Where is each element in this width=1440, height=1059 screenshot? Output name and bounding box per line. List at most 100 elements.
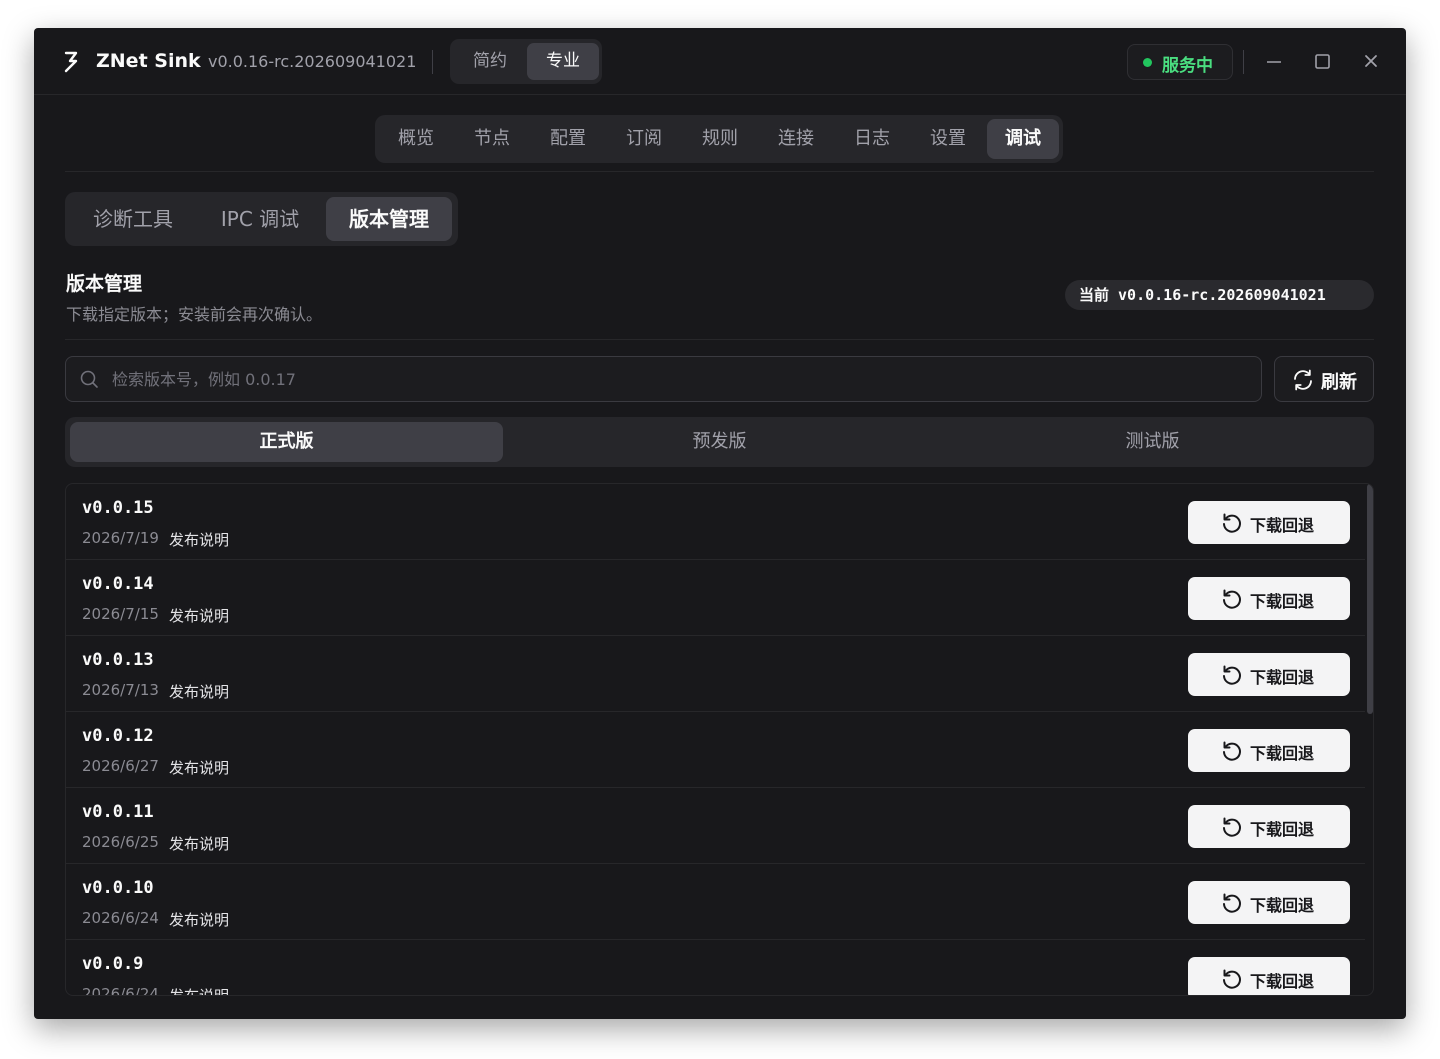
- title-bar: ZNet Sink v0.0.16-rc.202609041021 简约 专业 …: [34, 28, 1406, 95]
- rollback-icon: [1223, 741, 1241, 761]
- version-row: v0.0.10 2026/6/24 发布说明 下载回退: [66, 864, 1365, 940]
- divider: [65, 339, 1374, 340]
- rollback-icon: [1223, 969, 1241, 989]
- rollback-icon: [1223, 817, 1241, 837]
- rollback-icon: [1223, 893, 1241, 913]
- download-rollback-button[interactable]: 下载回退: [1188, 957, 1350, 995]
- search-icon: [80, 370, 98, 388]
- app-window: ZNet Sink v0.0.16-rc.202609041021 简约 专业 …: [34, 28, 1406, 1019]
- download-rollback-button[interactable]: 下载回退: [1188, 881, 1350, 924]
- service-status-badge[interactable]: 服务中: [1127, 44, 1233, 80]
- tab-debug[interactable]: 调试: [987, 119, 1059, 159]
- divider: [432, 50, 433, 74]
- download-rollback-label: 下载回退: [1250, 744, 1315, 763]
- mode-toggle: 简约 专业: [450, 39, 602, 84]
- maximize-button[interactable]: [1307, 46, 1337, 76]
- refresh-button[interactable]: 刷新: [1274, 356, 1374, 402]
- version-date: 2026/6/25: [82, 833, 159, 851]
- rollback-icon: [1223, 589, 1241, 609]
- version-row: v0.0.13 2026/7/13 发布说明 下载回退: [66, 636, 1365, 712]
- sub-nav: 诊断工具 IPC 调试 版本管理: [65, 192, 458, 246]
- download-rollback-button[interactable]: 下载回退: [1188, 729, 1350, 772]
- download-rollback-label: 下载回退: [1250, 972, 1315, 991]
- version-name: v0.0.13: [82, 650, 154, 670]
- download-rollback-label: 下载回退: [1250, 516, 1315, 535]
- tab-stable[interactable]: 正式版: [70, 422, 503, 462]
- tab-config[interactable]: 配置: [532, 119, 604, 159]
- channel-tabs: 正式版 预发版 测试版: [65, 417, 1374, 467]
- download-rollback-label: 下载回退: [1250, 896, 1315, 915]
- version-list[interactable]: v0.0.15 2026/7/19 发布说明 下载回退 v0.0.14 2026…: [65, 483, 1374, 996]
- version-date: 2026/7/13: [82, 681, 159, 699]
- subtab-diagnostics[interactable]: 诊断工具: [73, 197, 193, 241]
- version-name: v0.0.12: [82, 726, 154, 746]
- status-dot-icon: [1143, 58, 1152, 67]
- app-logo-icon: [64, 51, 78, 73]
- download-rollback-label: 下载回退: [1250, 592, 1315, 611]
- mode-pro-button[interactable]: 专业: [527, 43, 599, 80]
- tab-overview[interactable]: 概览: [380, 119, 452, 159]
- refresh-icon: [1294, 369, 1312, 391]
- tab-beta[interactable]: 测试版: [936, 422, 1369, 462]
- minimize-button[interactable]: [1259, 46, 1289, 76]
- version-date: 2026/7/15: [82, 605, 159, 623]
- version-row: v0.0.9 2026/6/24 发布说明 下载回退: [66, 940, 1365, 996]
- close-button[interactable]: [1356, 46, 1386, 76]
- version-date: 2026/7/19: [82, 529, 159, 547]
- version-row: v0.0.14 2026/7/15 发布说明 下载回退: [66, 560, 1365, 636]
- version-name: v0.0.10: [82, 878, 154, 898]
- download-rollback-button[interactable]: 下载回退: [1188, 577, 1350, 620]
- release-notes-link[interactable]: 发布说明: [169, 529, 229, 550]
- section-description: 下载指定版本；安装前会再次确认。: [66, 305, 323, 324]
- tab-settings[interactable]: 设置: [912, 119, 984, 159]
- current-version-label: 当前: [1079, 286, 1110, 304]
- app-title: ZNet Sink: [96, 50, 201, 72]
- version-row: v0.0.11 2026/6/25 发布说明 下载回退: [66, 788, 1365, 864]
- subtab-version-management[interactable]: 版本管理: [326, 197, 452, 241]
- search-input[interactable]: [112, 365, 1242, 393]
- version-name: v0.0.9: [82, 954, 144, 974]
- tab-nodes[interactable]: 节点: [456, 119, 528, 159]
- minimize-icon: [1267, 61, 1281, 63]
- download-rollback-button[interactable]: 下载回退: [1188, 805, 1350, 848]
- download-rollback-label: 下载回退: [1250, 820, 1315, 839]
- version-name: v0.0.14: [82, 574, 154, 594]
- maximize-icon: [1315, 54, 1330, 69]
- version-date: 2026/6/27: [82, 757, 159, 775]
- divider: [1243, 50, 1244, 74]
- search-box[interactable]: [65, 356, 1262, 402]
- app-version: v0.0.16-rc.202609041021: [208, 52, 417, 71]
- release-notes-link[interactable]: 发布说明: [169, 833, 229, 854]
- rollback-icon: [1223, 665, 1241, 685]
- download-rollback-button[interactable]: 下载回退: [1188, 501, 1350, 544]
- main-nav: 概览 节点 配置 订阅 规则 连接 日志 设置 调试: [375, 115, 1063, 163]
- tab-connections[interactable]: 连接: [760, 119, 832, 159]
- section-title: 版本管理: [66, 273, 143, 295]
- tab-subscriptions[interactable]: 订阅: [608, 119, 680, 159]
- release-notes-link[interactable]: 发布说明: [169, 985, 229, 995]
- version-row: v0.0.12 2026/6/27 发布说明 下载回退: [66, 712, 1365, 788]
- version-name: v0.0.11: [82, 802, 154, 822]
- scrollbar-thumb[interactable]: [1367, 484, 1373, 714]
- release-notes-link[interactable]: 发布说明: [169, 757, 229, 778]
- release-notes-link[interactable]: 发布说明: [169, 909, 229, 930]
- release-notes-link[interactable]: 发布说明: [169, 605, 229, 626]
- status-text: 服务中: [1162, 56, 1213, 76]
- version-date: 2026/6/24: [82, 985, 159, 996]
- tab-logs[interactable]: 日志: [836, 119, 908, 159]
- tab-prerelease[interactable]: 预发版: [503, 422, 936, 462]
- current-version-value: v0.0.16-rc.202609041021: [1118, 286, 1326, 304]
- download-rollback-label: 下载回退: [1250, 668, 1315, 687]
- mode-simple-button[interactable]: 简约: [454, 43, 526, 80]
- version-name: v0.0.15: [82, 498, 154, 518]
- download-rollback-button[interactable]: 下载回退: [1188, 653, 1350, 696]
- close-icon: [1365, 55, 1377, 67]
- rollback-icon: [1223, 513, 1241, 533]
- version-row: v0.0.15 2026/7/19 发布说明 下载回退: [66, 484, 1365, 560]
- current-version-badge: 当前 v0.0.16-rc.202609041021: [1065, 280, 1374, 310]
- subtab-ipc-debug[interactable]: IPC 调试: [200, 197, 320, 241]
- version-date: 2026/6/24: [82, 909, 159, 927]
- release-notes-link[interactable]: 发布说明: [169, 681, 229, 702]
- tab-rules[interactable]: 规则: [684, 119, 756, 159]
- refresh-label: 刷新: [1321, 372, 1357, 393]
